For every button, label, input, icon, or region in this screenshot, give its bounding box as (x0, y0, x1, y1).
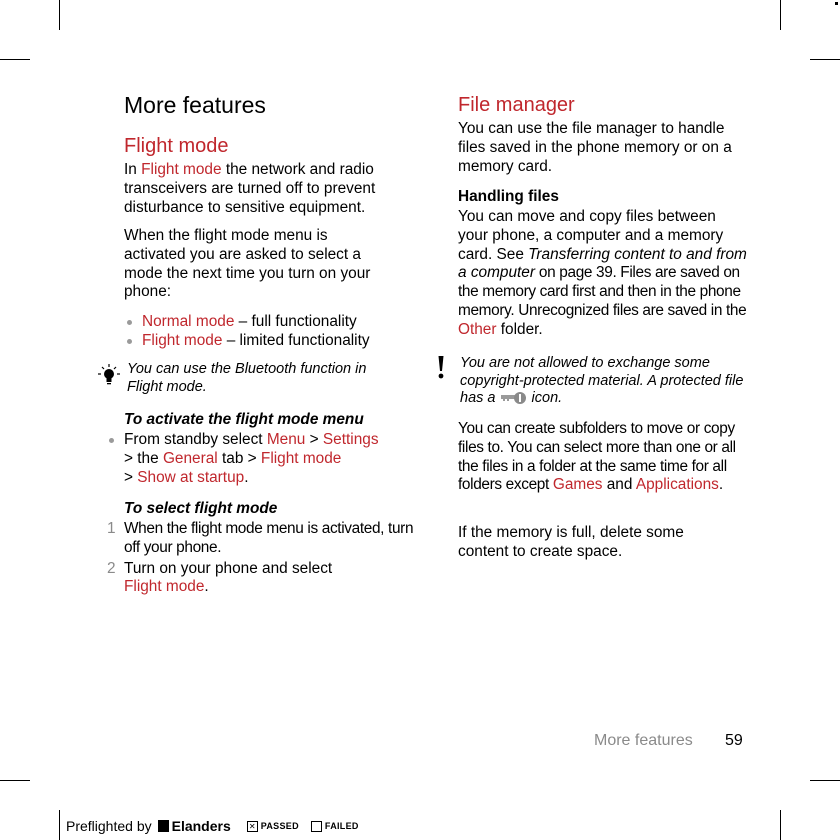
preflight-label: Preflighted by (66, 818, 152, 834)
text: > (305, 431, 323, 448)
handling-files-text: You can move and copy files between your… (458, 208, 748, 340)
select-steps: 1 When the flight mode menu is activated… (106, 520, 416, 597)
tip-text: You can use the Bluetooth function in Fl… (127, 361, 367, 395)
exclamation-icon (436, 356, 446, 382)
crop-mark (780, 0, 781, 30)
flight-mode-link: Flight mode (260, 449, 342, 467)
page-title: More features (124, 92, 266, 118)
failed-label: FAILED (324, 821, 359, 831)
mode-list: Normal mode – full functionality Flight … (124, 313, 414, 351)
key-icon (500, 391, 528, 405)
text: In (124, 161, 142, 178)
text: . (204, 578, 209, 596)
general-tab-link: General (162, 449, 218, 467)
section-heading-file-manager: File manager (458, 94, 575, 116)
flight-mode-intro: In Flight mode the network and radio tra… (124, 161, 414, 217)
text: tab > (217, 449, 261, 467)
memory-full-text: If the memory is full, delete some conte… (458, 524, 684, 560)
mode-name: Flight mode (142, 331, 223, 349)
crop-mark (59, 0, 60, 30)
failed-status: FAILED (310, 820, 359, 832)
flight-mode-paragraph: When the flight mode menu is activated y… (124, 227, 371, 301)
mode-desc: – full functionality (234, 313, 357, 330)
crop-mark (835, 2, 838, 5)
text: > (124, 468, 138, 486)
passed-checkbox: ✕ (246, 820, 258, 832)
step-text: Turn on your phone and select (124, 559, 333, 577)
elanders-logo-icon (157, 820, 169, 832)
step-text: When the flight mode menu is activated, … (124, 520, 414, 556)
passed-label: PASSED (260, 821, 299, 831)
text: folder. (496, 320, 543, 338)
list-item: Normal mode – full functionality (124, 313, 414, 332)
text: icon. (527, 390, 563, 406)
subfolders-text: You can create subfolders to move or cop… (458, 420, 748, 495)
list-item: Flight mode – limited functionality (124, 332, 414, 351)
mode-name: Normal mode (142, 313, 235, 330)
other-folder-link: Other (458, 320, 497, 338)
bullet-icon (109, 438, 114, 443)
activate-heading: To activate the flight mode menu (124, 411, 364, 428)
page-number: 59 (725, 732, 743, 749)
text: From standby select (124, 431, 267, 448)
settings-link: Settings (322, 431, 379, 448)
text: and (602, 476, 636, 494)
failed-checkbox (310, 820, 322, 832)
games-folder-link: Games (552, 476, 603, 494)
section-heading-flight-mode: Flight mode (124, 135, 229, 157)
mode-desc: – limited functionality (222, 331, 370, 349)
flight-mode-link: Flight mode (141, 161, 222, 178)
crop-mark (0, 59, 30, 60)
footer-section-title: More features (594, 732, 693, 749)
text: . (718, 476, 724, 494)
elanders-brand: Elanders (171, 818, 231, 834)
preflight-stamp: Preflighted by Elanders ✕ PASSED FAILED (66, 818, 359, 834)
crop-mark (59, 810, 60, 840)
handling-files-heading: Handling files (458, 188, 559, 205)
passed-status: ✕ PASSED (246, 820, 299, 832)
activate-step: From standby select Menu > Settings > th… (106, 431, 424, 487)
crop-mark (780, 810, 781, 840)
list-item: 2 Turn on your phone and select Flight m… (106, 560, 374, 598)
lightbulb-icon (98, 364, 120, 388)
step-number: 2 (107, 559, 116, 577)
elanders-logo: Elanders (157, 818, 231, 834)
bullet-icon (127, 338, 132, 344)
applications-folder-link: Applications (635, 476, 719, 494)
step-number: 1 (107, 520, 116, 537)
menu-link: Menu (266, 431, 306, 448)
crop-mark (810, 59, 840, 60)
crop-mark (0, 780, 30, 781)
warning-text: You are not allowed to exchange some cop… (460, 355, 750, 408)
file-manager-intro: You can use the file manager to handle f… (458, 120, 732, 175)
text: > the (124, 449, 163, 467)
list-item: 1 When the flight mode menu is activated… (106, 520, 416, 558)
bullet-icon (127, 320, 132, 325)
show-at-startup-link: Show at startup (137, 468, 245, 486)
flight-mode-link: Flight mode (124, 578, 205, 596)
text: . (244, 468, 249, 486)
crop-mark (810, 780, 840, 781)
select-heading: To select flight mode (124, 500, 278, 517)
